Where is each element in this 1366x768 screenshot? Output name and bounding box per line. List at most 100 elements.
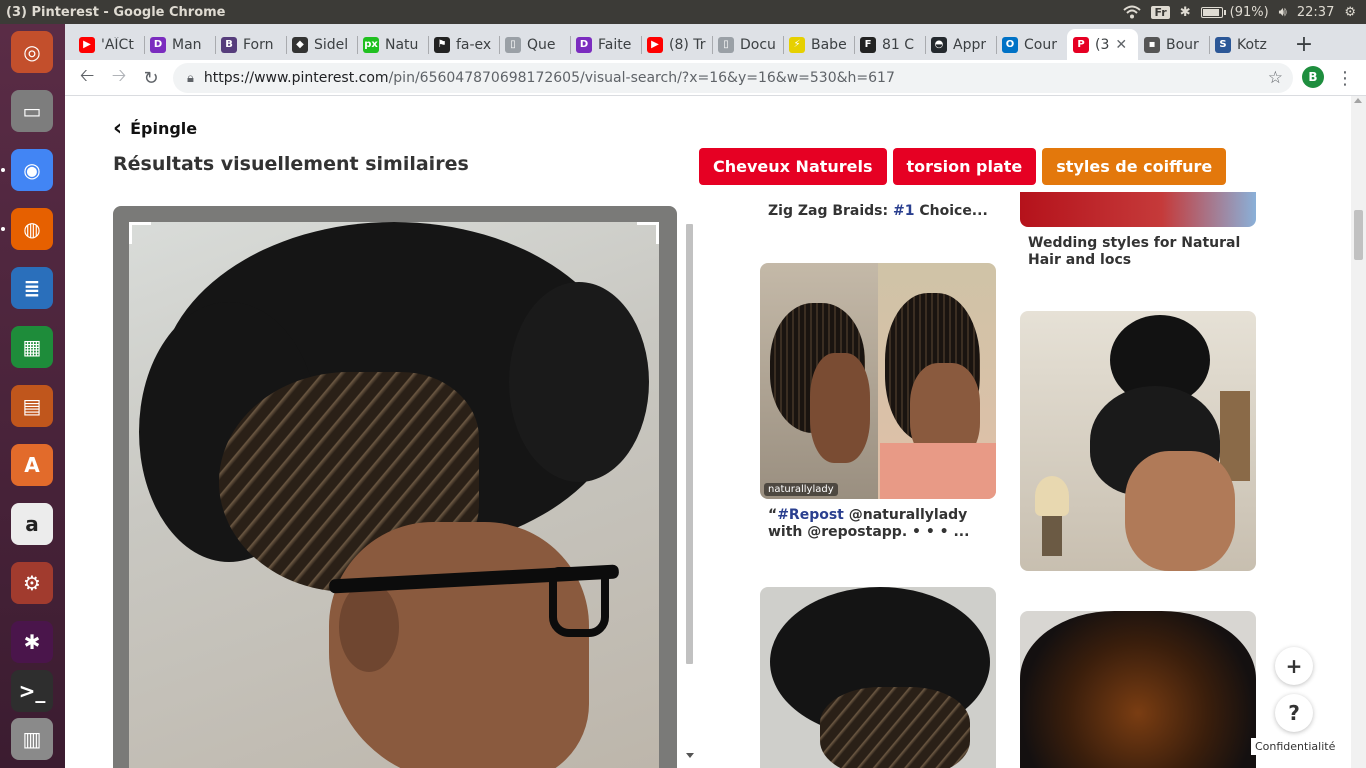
page-scroll-thumb[interactable] [1354, 210, 1363, 260]
browser-tab[interactable]: S Kotz [1209, 29, 1280, 60]
running-indicator [1, 168, 5, 172]
launcher-writer[interactable]: ≣ [7, 263, 57, 313]
lock-icon[interactable]: 🔒︎ [187, 71, 194, 86]
topic-pill[interactable]: Cheveux Naturels [699, 148, 887, 185]
caption-text: Zig Zag Braids: [768, 203, 893, 219]
caption-hashtag[interactable]: #1 [893, 203, 914, 219]
browser-tab[interactable]: ▪ Bour [1138, 29, 1209, 60]
pin-caption-wedding[interactable]: Wedding styles for Natural Hair and locs [1028, 235, 1248, 269]
launcher-files[interactable]: ▭ [7, 86, 57, 136]
help-button[interactable]: ? [1275, 694, 1313, 732]
bookmark-star-icon[interactable]: ☆ [1268, 68, 1283, 88]
launcher-slack[interactable]: ✱ [7, 617, 57, 667]
back-to-pin-link[interactable]: ‹ Épingle [113, 116, 197, 141]
tab-favicon-icon: ⚑ [434, 36, 450, 53]
browser-tab[interactable]: ⚑ fa-ex [428, 29, 499, 60]
scroll-down-arrow-icon[interactable] [686, 753, 694, 758]
create-plus-button[interactable]: + [1275, 647, 1313, 685]
wifi-icon[interactable] [1123, 5, 1142, 19]
tab-label: Kotz [1237, 36, 1267, 53]
crop-corner-tr[interactable] [637, 222, 659, 244]
browser-tab[interactable]: F 81 C [854, 29, 925, 60]
browser-tab[interactable]: O Cour [996, 29, 1067, 60]
pinterest-page: ‹ Épingle Résultats visuellement similai… [65, 96, 1351, 768]
browser-tab[interactable]: P (3 ✕ [1067, 29, 1138, 60]
caption-hashtag[interactable]: #Repost [777, 507, 844, 523]
pin-caption-repost[interactable]: “#Repost @naturallylady with @repostapp.… [768, 507, 998, 541]
launcher-workspaces[interactable]: ▥ [7, 714, 57, 764]
tab-label: Natu [385, 36, 419, 53]
browser-tab[interactable]: ▯ Que [499, 29, 570, 60]
visual-search-preview[interactable] [113, 206, 677, 768]
pin-card-locs[interactable]: naturallylady [760, 263, 996, 499]
tab-label: (3 [1095, 36, 1110, 53]
launcher-ubuntu-dash[interactable]: ◎ [7, 27, 57, 77]
tab-label: Man [172, 36, 202, 53]
tab-favicon-icon: ◓ [931, 36, 947, 53]
bluetooth-icon[interactable]: ✱ [1180, 5, 1191, 20]
browser-tab[interactable]: ◓ Appr [925, 29, 996, 60]
profile-avatar[interactable]: B [1302, 66, 1324, 88]
tab-favicon-icon: ⚡ [789, 36, 805, 53]
related-topics: Cheveux Naturels torsion plate styles de c… [699, 148, 1227, 185]
ubuntu-dash-icon: ◎ [11, 31, 53, 73]
keyboard-layout-indicator[interactable]: Fr [1151, 5, 1170, 19]
unity-launcher: ◎ ▭ ◉ ◍ ≣ ▦ ▤ Aa ⚙ ✱ >_ ▥ [0, 24, 65, 768]
launcher-firefox[interactable]: ◍ [7, 204, 57, 254]
tab-favicon-icon: O [1002, 36, 1018, 53]
terminal-icon: >_ [11, 670, 53, 712]
volume-icon[interactable]: 🔊︎ [1279, 5, 1287, 20]
window-title: (3) Pinterest - Google Chrome [6, 4, 226, 20]
browser-tab[interactable]: D Faite [570, 29, 641, 60]
clock[interactable]: 22:37 [1297, 5, 1334, 20]
browser-tab[interactable]: B Forn [215, 29, 286, 60]
pin-card-curly-bun[interactable] [1020, 311, 1256, 571]
tab-favicon-icon: ▶ [79, 36, 95, 53]
tab-label: Que [527, 36, 556, 53]
browser-tab[interactable]: px Natu [357, 29, 428, 60]
launcher-impress[interactable]: ▤ [7, 381, 57, 431]
privacy-link[interactable]: Confidentialité [1251, 738, 1340, 755]
scroll-up-arrow-icon[interactable] [1354, 98, 1362, 103]
pin-card-braided-puff[interactable] [760, 587, 996, 768]
tab-favicon-icon: px [363, 36, 379, 53]
battery-indicator[interactable]: (91%) [1200, 4, 1269, 20]
preview-scrollbar[interactable] [684, 220, 696, 758]
browser-tab[interactable]: ⚡ Babe [783, 29, 854, 60]
launcher-software-center[interactable]: A [7, 440, 57, 490]
browser-tab[interactable]: ▶ (8) Tr [641, 29, 712, 60]
new-tab-button[interactable]: + [1290, 30, 1318, 58]
watermark-label: naturallylady [764, 483, 838, 496]
power-gear-icon[interactable]: ⚙ [1344, 5, 1356, 20]
tab-favicon-icon: ▯ [718, 36, 734, 53]
crop-corner-tl[interactable] [129, 222, 151, 244]
close-tab-icon[interactable]: ✕ [1115, 37, 1127, 53]
browser-tab[interactable]: ◆ Sidel [286, 29, 357, 60]
launcher-chrome[interactable]: ◉ [7, 145, 57, 195]
browser-tab[interactable]: ▯ Docu [712, 29, 783, 60]
page-scrollbar[interactable] [1351, 96, 1366, 768]
pin-card-ombre-curls[interactable] [1020, 611, 1256, 768]
preview-scroll-thumb[interactable] [686, 224, 693, 664]
launcher-calc[interactable]: ▦ [7, 322, 57, 372]
chrome-menu-icon[interactable]: ⋮ [1336, 64, 1354, 92]
pin-card-wedding[interactable] [1020, 192, 1256, 227]
browser-tab[interactable]: D Man [144, 29, 215, 60]
tab-favicon-icon: ▶ [647, 36, 663, 53]
system-indicators: Fr ✱ (91%) 🔊︎ 22:37 ⚙ [1123, 0, 1356, 24]
settings-icon: ⚙ [11, 562, 53, 604]
launcher-settings[interactable]: ⚙ [7, 558, 57, 608]
reload-button[interactable]: ↻ [137, 64, 165, 92]
software-center-icon: A [11, 444, 53, 486]
chrome-icon: ◉ [11, 149, 53, 191]
address-bar[interactable]: 🔒︎ https://www.pinterest.com/pin/6560478… [173, 63, 1293, 93]
battery-percent: (91%) [1229, 4, 1269, 20]
topic-pill[interactable]: torsion plate [892, 148, 1037, 185]
browser-tab[interactable]: ▶ 'AÏCt [73, 29, 144, 60]
topic-pill[interactable]: styles de coiffure [1042, 148, 1227, 185]
back-button[interactable]: 🡠 [73, 64, 101, 92]
pin-caption-zigzag[interactable]: Zig Zag Braids: #1 Choice... [768, 203, 998, 220]
forward-button[interactable]: 🡢 [105, 64, 133, 92]
launcher-amazon[interactable]: a [7, 499, 57, 549]
launcher-terminal[interactable]: >_ [7, 666, 57, 716]
